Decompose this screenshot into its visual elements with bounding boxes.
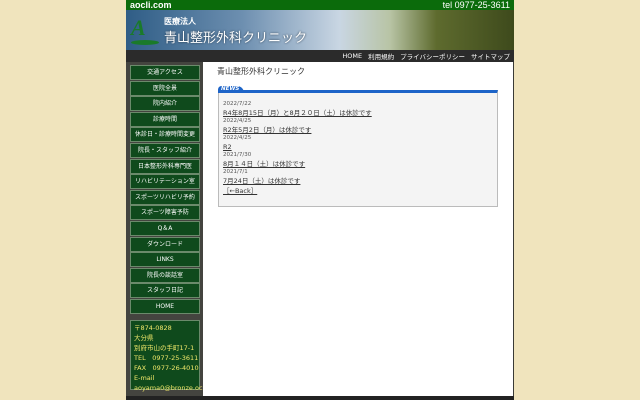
clinic-logo-icon: A (131, 16, 159, 45)
address-line: 〒874-0828 (134, 324, 172, 332)
phone-number: tel 0977-25-3611 (442, 0, 510, 10)
sidebar-item[interactable]: 院長・スタッフ紹介 (130, 143, 200, 158)
corporation-label: 医療法人 (164, 17, 196, 26)
sidebar-item[interactable]: 休診日・診療時間変更 (130, 127, 200, 143)
sidebar-item[interactable]: 院内紹介 (130, 96, 200, 112)
sidebar: 交通アクセス 医院全景 院内紹介 診療時間 休診日・診療時間変更 院長・スタッフ紹介 日本整… (126, 62, 225, 396)
address-line: 大分県 (134, 334, 154, 342)
sidebar-item[interactable]: 交通アクセス (130, 65, 200, 80)
nav-home[interactable]: HOME (342, 52, 362, 60)
sidebar-item[interactable]: リハビリテーション室 (130, 174, 200, 190)
sidebar-item[interactable]: ダウンロード (130, 236, 200, 252)
address-line: FAX 0977-26-4010 (134, 364, 199, 372)
back-link[interactable]: ［←Back］ (223, 186, 497, 196)
sidebar-item[interactable]: 日本整形外科専門医 (130, 158, 200, 174)
news-date: 2022/4/25 (223, 135, 252, 141)
footer (126, 396, 514, 400)
top-bar: aocli.com tel 0977-25-3611 (126, 0, 514, 10)
news-link[interactable]: 8月１４日（土）は休診です (223, 159, 497, 169)
site-logo[interactable]: aocli.com (130, 0, 172, 10)
news-link[interactable]: R2 (223, 142, 497, 152)
sidebar-item[interactable]: HOME (130, 299, 200, 314)
news-date: 2021/7/30 (223, 152, 252, 158)
address-box: 〒874-0828 大分県別府市山の手町17-1 TEL 0977-25-3611 F… (130, 320, 225, 393)
news-box: NEWS 2022/7/22 R4年8月15日（月）と8月２０日（土）は休診です 2… (218, 86, 498, 207)
sidebar-item[interactable]: Q＆A (130, 221, 200, 236)
news-date: 2021/7/1 (223, 169, 248, 175)
broken-image: 青山整形外科クリニック (217, 67, 305, 76)
clinic-name: 青山整形外科クリニック (164, 31, 308, 46)
sidebar-item[interactable]: スポーツ障害予防 (130, 205, 200, 221)
address-line: TEL 0977-25-3611 (134, 354, 199, 362)
sidebar-item[interactable]: スタッフ日記 (130, 283, 200, 299)
top-nav: HOME 利用規約 プライバシーポリシー サイトマップ (126, 50, 514, 62)
sidebar-item[interactable]: スポーツリハビリ予約 (130, 189, 200, 205)
news-link[interactable]: R2年5月2日（月）は休診です (223, 125, 497, 135)
nav-terms[interactable]: 利用規約 (368, 51, 394, 61)
page: aocli.com tel 0977-25-3611 A 医療法人 青山整形外科… (126, 0, 514, 400)
news-label: NEWS (218, 86, 244, 93)
sidebar-item[interactable]: 医院全景 (130, 80, 200, 96)
news-link[interactable]: R4年8月15日（月）と8月２０日（土）は休診です (223, 108, 497, 118)
header-banner: A 医療法人 青山整形外科クリニック (126, 10, 514, 50)
address-line: 別府市山の手町17-1 (134, 344, 195, 352)
address-line: E-mail (134, 374, 155, 382)
nav-privacy[interactable]: プライバシーポリシー (400, 51, 465, 61)
sidebar-item[interactable]: 院長の談話室 (130, 267, 200, 283)
address-line[interactable]: aoyama0@bronze.ocn.ne.jp (134, 383, 225, 393)
sidebar-item[interactable]: 診療時間 (130, 111, 200, 127)
main-content: 青山整形外科クリニック NEWS 2022/7/22 R4年8月15日（月）と8月… (203, 62, 513, 396)
news-link[interactable]: 7月24日（土）は休診です (223, 176, 497, 186)
news-date: 2022/4/25 (223, 118, 252, 124)
news-date: 2022/7/22 (223, 101, 252, 107)
nav-sitemap[interactable]: サイトマップ (471, 51, 510, 61)
sidebar-item[interactable]: LINKS (130, 252, 200, 268)
